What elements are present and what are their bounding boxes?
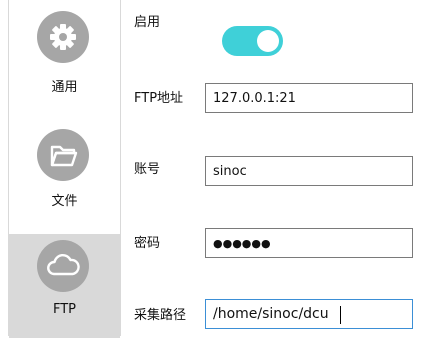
text-caret	[340, 306, 341, 324]
sidebar-item-label: 文件	[51, 194, 78, 209]
password-label: 密码	[134, 236, 161, 251]
account-label: 账号	[134, 162, 161, 177]
ftp-address-input[interactable]	[206, 84, 412, 112]
sidebar-item-label: FTP	[52, 302, 77, 317]
sidebar-item-label: 通用	[51, 80, 78, 95]
account-input[interactable]	[206, 157, 412, 185]
toggle-knob[interactable]	[257, 30, 279, 52]
gear-icon	[37, 11, 89, 63]
sidebar-item-files[interactable]: 文件	[9, 118, 120, 222]
collect-path-input[interactable]	[206, 300, 412, 328]
enable-toggle[interactable]	[222, 26, 283, 56]
account-field[interactable]	[205, 156, 413, 186]
cloud-icon	[37, 240, 89, 292]
enable-label: 启用	[134, 15, 161, 30]
collect-path-label: 采集路径	[134, 308, 187, 323]
password-input[interactable]	[206, 229, 412, 257]
collect-path-field[interactable]	[205, 299, 413, 329]
password-field[interactable]	[205, 228, 413, 258]
ftp-address-field[interactable]	[205, 83, 413, 113]
ftp-address-label: FTP地址	[134, 91, 184, 106]
sidebar-item-ftp[interactable]: FTP	[9, 234, 120, 338]
sidebar-item-general[interactable]: 通用	[9, 0, 120, 104]
folder-icon	[37, 129, 89, 181]
sidebar: 通用 文件 FTP	[8, 0, 121, 338]
